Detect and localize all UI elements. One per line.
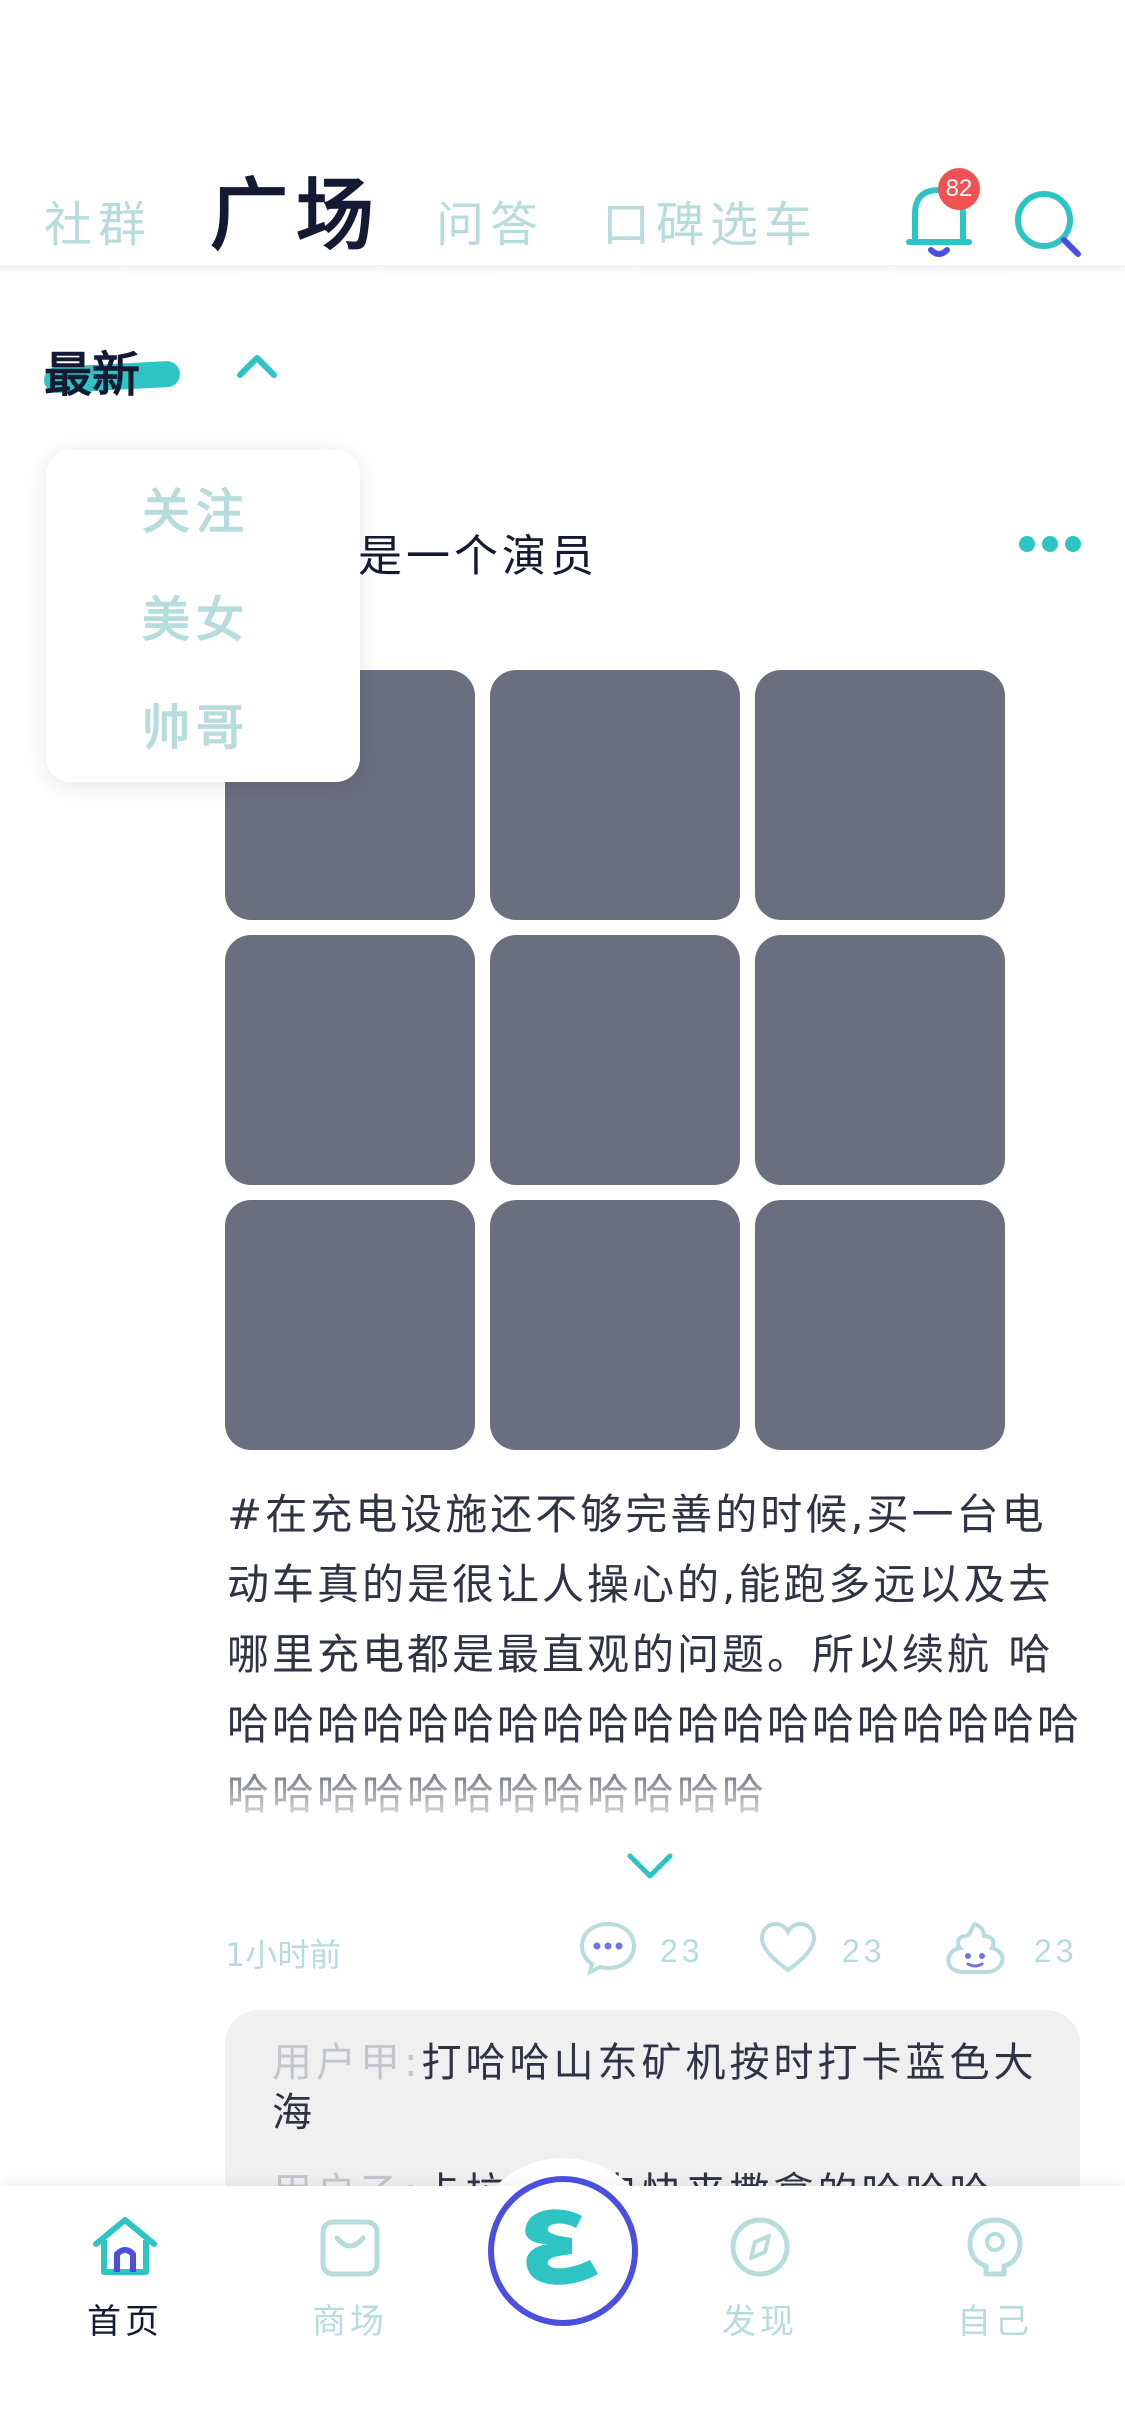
header-divider [0,265,1125,275]
filter-dropdown: 关注 美女 帅哥 [46,450,360,782]
heart-icon[interactable] [758,1920,818,1976]
filter-option-follow[interactable]: 关注 [142,472,250,542]
nav-me-label: 自己 [957,2302,1033,2342]
more-options-icon[interactable] [1018,534,1082,554]
comment-user[interactable]: 用户甲: [272,2040,421,2086]
post-image-grid [225,670,1005,1450]
filter-selected-label[interactable]: 最新 [44,335,140,405]
post-image[interactable] [490,670,740,920]
tab-square[interactable]: 广场 [210,153,382,265]
post-image[interactable] [225,935,475,1185]
filter-option-beauty[interactable]: 美女 [142,580,250,650]
like-count: 23 [842,1933,886,1969]
tab-community[interactable]: 社群 [44,185,152,255]
post-image[interactable] [490,1200,740,1450]
comment-count: 23 [660,1933,704,1969]
comment-item: 用户甲:打哈哈山东矿机按时打卡蓝色大海 [272,2038,1042,2138]
nav-discover[interactable]: 发现 [685,2214,835,2343]
shopping-bag-icon [320,2219,380,2277]
post-image[interactable] [490,935,740,1185]
nav-home[interactable]: 首页 [50,2214,200,2343]
post-image[interactable] [755,1200,1005,1450]
nav-mall[interactable]: 商场 [275,2214,425,2343]
compass-icon [730,2217,790,2277]
post-image[interactable] [755,670,1005,920]
logo-e-icon [525,2209,598,2285]
chevron-down-icon[interactable] [622,1848,678,1884]
poop-count: 23 [1034,1933,1078,1969]
post-image[interactable] [225,1200,475,1450]
center-logo-button[interactable] [488,2176,638,2326]
post-image[interactable] [755,935,1005,1185]
home-icon [93,2217,157,2275]
post-time: 1小时前 [225,1936,342,1974]
nav-mall-label: 商场 [312,2302,388,2342]
poop-icon[interactable] [942,1920,1005,1976]
nav-home-label: 首页 [87,2302,163,2342]
chevron-up-icon[interactable] [232,345,282,385]
content-fade [227,1740,1087,1820]
nav-me[interactable]: 自己 [920,2214,1070,2343]
tab-reviews[interactable]: 口碑选车 [602,185,818,255]
notification-badge: 82 [938,168,980,210]
search-icon[interactable] [1012,188,1084,260]
nav-discover-label: 发现 [722,2302,798,2342]
profile-icon [967,2217,1023,2277]
tab-qa[interactable]: 问答 [436,185,544,255]
filter-option-handsome[interactable]: 帅哥 [142,688,250,758]
comment-icon[interactable] [578,1920,638,1976]
